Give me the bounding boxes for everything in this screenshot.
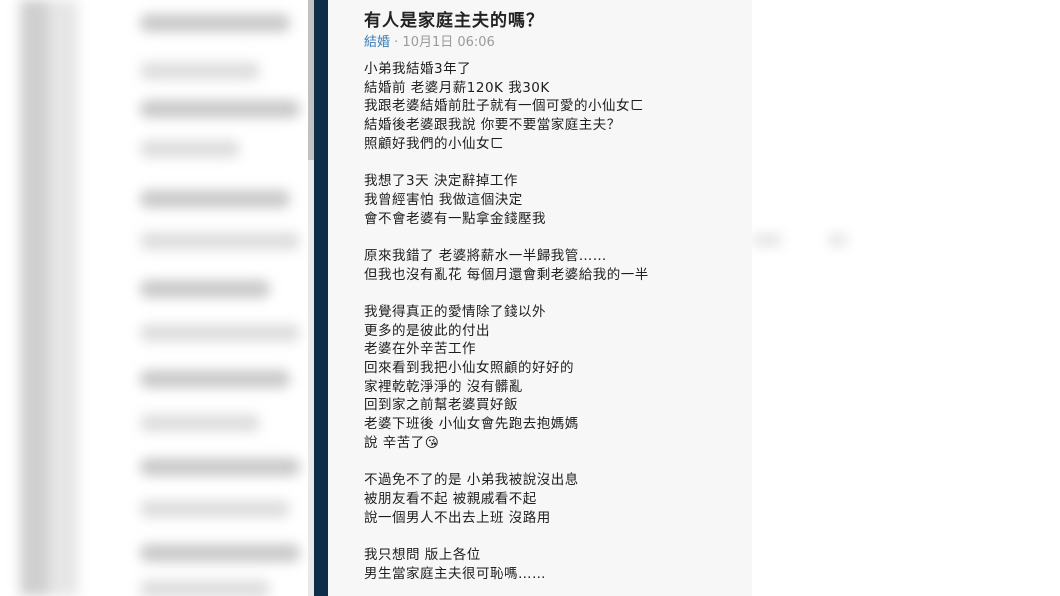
blurred-row [140,14,290,32]
post-body-line: 回來看到我把小仙女照顧的好好的 [364,360,574,376]
blurred-row [140,324,300,342]
blurred-row [140,140,240,158]
blurred-row [140,580,270,596]
blurred-row [140,370,290,388]
blurred-left-column-light [48,0,78,596]
post-body-line: 我覺得真正的愛情除了錢以外 [364,303,546,320]
blurred-row [140,232,300,250]
blurred-row [140,100,300,118]
blurred-row [140,414,260,432]
screenshot-stage: 有人是家庭主夫的嗎？ 結婚 · 10月1日 06:06 小弟我結婚3年了結婚前 … [0,0,1060,596]
post-body-line: 原來我錯了 老婆將薪水一半歸我管…… [364,247,607,264]
post-body-line: 我只想問 版上各位 [364,546,481,563]
navy-side-strip [314,0,328,596]
blurred-row [140,280,270,298]
post-body-line: 回到家之前幫老婆買好飯 [364,397,518,414]
post-body-line: 會不會老婆有一點拿金錢壓我 [364,210,546,227]
post-body-line: 家裡乾乾淨淨的 沒有髒亂 [364,378,523,395]
post-body-line: 結婚後老婆跟我說 你要不要當家庭主夫？ [364,117,621,134]
post-body-line: 男生當家庭主夫很可恥嗎…… [364,565,546,582]
blurred-row [140,458,300,476]
blurred-row [140,190,290,208]
post-body-line: 我曾經害怕 我做這個決定 [364,191,523,208]
post-body-line: 我想了3天 決定辭掉工作 [364,173,518,190]
blurred-mark [752,234,782,246]
post-body-line: 小弟我結婚3年了 [364,61,472,77]
post-body-line: 老婆在外辛苦工作 [364,341,476,358]
blurred-row [140,500,290,518]
meta-separator: · [390,35,403,50]
board-link[interactable]: 結婚 [364,35,390,50]
blurred-right-area [752,0,1060,596]
blurred-row [140,544,300,562]
post-body-line: 結婚前 老婆月薪120K 我30K [364,79,550,96]
blurred-left-column [20,0,48,596]
post-meta: 結婚 · 10月1日 06:06 [364,34,752,52]
post-panel: 有人是家庭主夫的嗎？ 結婚 · 10月1日 06:06 小弟我結婚3年了結婚前 … [328,0,752,596]
post-body-line: 被朋友看不起 被親戚看不起 [364,490,537,507]
post-body-line: 但我也沒有亂花 每個月還會剩老婆給我的一半 [364,266,649,283]
post-body-line: 不過免不了的是 小弟我被說沒出息 [364,472,579,489]
post-body-line: 說 辛苦了😘 [364,434,440,451]
post-body-line: 照顧好我們的小仙女ㄈ [364,135,504,152]
blurred-mark [828,234,848,246]
post-body-line: 說一個男人不出去上班 沒路用 [364,509,551,526]
post-body-line: 更多的是彼此的付出 [364,322,490,339]
post-timestamp: 10月1日 06:06 [402,35,495,50]
post-body-line: 我跟老婆結婚前肚子就有一個可愛的小仙女ㄈ [364,98,644,115]
blurred-row [140,62,260,80]
post-body-line: 老婆下班後 小仙女會先跑去抱媽媽 [364,416,579,433]
post-title: 有人是家庭主夫的嗎？ [364,11,544,31]
post-body: 小弟我結婚3年了結婚前 老婆月薪120K 我30K 我跟老婆結婚前肚子就有一個可愛… [364,60,752,583]
